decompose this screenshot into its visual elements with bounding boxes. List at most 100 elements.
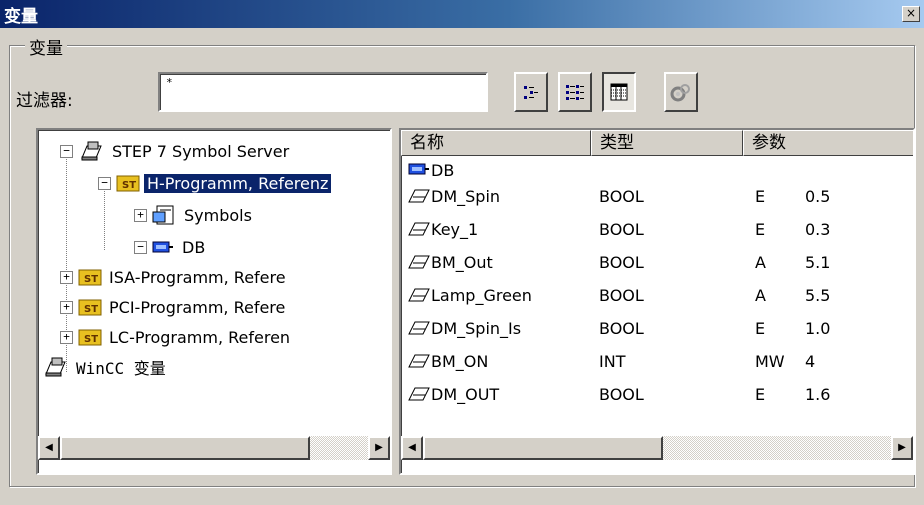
tree-node-label: LC-Programm, Referen	[109, 327, 291, 347]
column-header-type[interactable]: 类型	[591, 130, 743, 156]
tree-node-pci-programm[interactable]: + ST PCI-Programm, Refere	[60, 294, 288, 320]
cell-type: BOOL	[599, 319, 644, 338]
properties-icon	[670, 84, 690, 102]
variable-icon	[407, 250, 431, 271]
table-row[interactable]: BM_Out BOOL A 5.1	[401, 250, 913, 276]
scroll-left-button[interactable]: ◀	[401, 436, 423, 460]
tree-node-label: ISA-Programm, Refere	[109, 267, 286, 287]
cell-area: E	[755, 319, 766, 338]
column-header-params[interactable]: 参数	[743, 130, 913, 156]
properties-button[interactable]	[664, 72, 698, 112]
tree-node-lc-programm[interactable]: + ST LC-Programm, Referen	[60, 324, 293, 350]
group-label: 变量	[25, 34, 67, 59]
tree-panel[interactable]: − STEP 7 Symbol Server − ST H-Programm, …	[36, 128, 392, 475]
tree-node-label: STEP 7 Symbol Server	[112, 141, 290, 161]
table-view-button[interactable]	[602, 72, 636, 112]
window-title: 变量	[4, 7, 38, 27]
details-view-button[interactable]	[558, 72, 592, 112]
cell-address: 1.6	[805, 385, 831, 404]
tree-node-step7-server[interactable]: − STEP 7 Symbol Server	[60, 138, 292, 164]
filter-label: 过滤器:	[16, 91, 73, 111]
scroll-left-button[interactable]: ◀	[38, 436, 60, 460]
db-icon	[407, 158, 431, 177]
table-row[interactable]: DM_OUT BOOL E 1.6	[401, 382, 913, 408]
expand-toggle[interactable]: +	[134, 208, 147, 222]
server-icon	[81, 141, 102, 161]
cell-type: BOOL	[599, 286, 644, 305]
tree-node-isa-programm[interactable]: + ST ISA-Programm, Refere	[60, 264, 289, 290]
tree-node-label: Symbols	[184, 205, 252, 225]
panel-splitter[interactable]	[392, 128, 399, 475]
expand-toggle[interactable]: +	[60, 270, 73, 284]
st-folder-icon: ST	[116, 175, 140, 192]
cell-address: 4	[805, 352, 816, 371]
cell-area: E	[755, 187, 766, 206]
scroll-right-button[interactable]: ▶	[368, 436, 390, 460]
st-folder-icon: ST	[78, 329, 102, 346]
cell-type: BOOL	[599, 385, 644, 404]
scroll-right-button[interactable]: ▶	[891, 436, 913, 460]
st-folder-icon: ST	[78, 269, 102, 286]
collapse-toggle[interactable]: −	[98, 176, 111, 190]
svg-text:ST: ST	[84, 334, 98, 345]
svg-text:ST: ST	[84, 274, 98, 285]
list-view-button[interactable]	[514, 72, 548, 112]
cell-address: 0.5	[805, 187, 831, 206]
cell-type: BOOL	[599, 220, 644, 239]
table-row[interactable]: Key_1 BOOL E 0.3	[401, 217, 913, 243]
cell-type: INT	[599, 352, 626, 371]
cell-address: 1.0	[805, 319, 831, 338]
column-header-name[interactable]: 名称	[401, 130, 591, 156]
scroll-thumb[interactable]	[423, 436, 663, 460]
tree-node-label: DB	[182, 237, 206, 257]
variable-icon	[407, 349, 431, 370]
cell-name: DM_Spin_Is	[431, 319, 522, 338]
cell-name: BM_ON	[431, 352, 489, 371]
table-row[interactable]: BM_ON INT MW 4	[401, 349, 913, 375]
table-row[interactable]: DM_Spin BOOL E 0.5	[401, 184, 913, 210]
filter-input[interactable]: *	[158, 72, 488, 112]
variable-icon	[407, 283, 431, 304]
cell-address: 5.5	[805, 286, 831, 305]
collapse-toggle[interactable]: −	[134, 240, 147, 254]
table-horizontal-scrollbar[interactable]: ◀ ▶	[401, 436, 913, 460]
variable-icon	[407, 316, 431, 337]
cell-type: BOOL	[599, 187, 644, 206]
table-row[interactable]: DB	[401, 158, 913, 184]
cell-address: 0.3	[805, 220, 831, 239]
st-folder-icon: ST	[78, 299, 102, 316]
table-row[interactable]: DM_Spin_Is BOOL E 1.0	[401, 316, 913, 342]
details-view-icon	[566, 85, 584, 100]
server-icon	[45, 357, 66, 377]
tree-node-label: PCI-Programm, Refere	[109, 297, 286, 317]
tree-node-symbols[interactable]: + Symbols	[134, 202, 255, 228]
cell-name: BM_Out	[431, 253, 493, 272]
expand-toggle[interactable]: +	[60, 330, 73, 344]
variable-icon	[407, 217, 431, 238]
cell-area: MW	[755, 352, 785, 371]
cell-area: E	[755, 385, 766, 404]
cell-type: BOOL	[599, 253, 644, 272]
db-icon	[152, 241, 173, 253]
expand-toggle[interactable]: +	[36, 361, 37, 374]
tree-node-label: H-Programm, Referenz	[144, 173, 332, 193]
scroll-thumb[interactable]	[60, 436, 310, 460]
symbol-table-icon	[152, 205, 174, 225]
collapse-toggle[interactable]: −	[60, 144, 73, 158]
cell-address: 5.1	[805, 253, 831, 272]
tree-horizontal-scrollbar[interactable]: ◀ ▶	[38, 436, 390, 460]
tree-node-wincc[interactable]: + WinCC 变量	[36, 354, 169, 380]
cell-name: Key_1	[431, 220, 479, 239]
list-view-icon	[524, 86, 538, 99]
cell-name: Lamp_Green	[431, 286, 532, 305]
expand-toggle[interactable]: +	[60, 300, 73, 314]
tree-node-h-programm[interactable]: − ST H-Programm, Referenz	[98, 170, 332, 196]
tree-node-db[interactable]: − DB	[134, 234, 208, 260]
cell-name: DM_OUT	[431, 385, 500, 404]
close-button[interactable]: ×	[902, 6, 920, 22]
variable-icon	[407, 382, 431, 403]
variables-table[interactable]: 名称 类型 参数 DB DM_Spin BOOL E 0.5 Key_1 BOOL E 0.3 B…	[399, 128, 915, 475]
variable-icon	[407, 184, 431, 205]
table-row[interactable]: Lamp_Green BOOL A 5.5	[401, 283, 913, 309]
cell-area: E	[755, 220, 766, 239]
